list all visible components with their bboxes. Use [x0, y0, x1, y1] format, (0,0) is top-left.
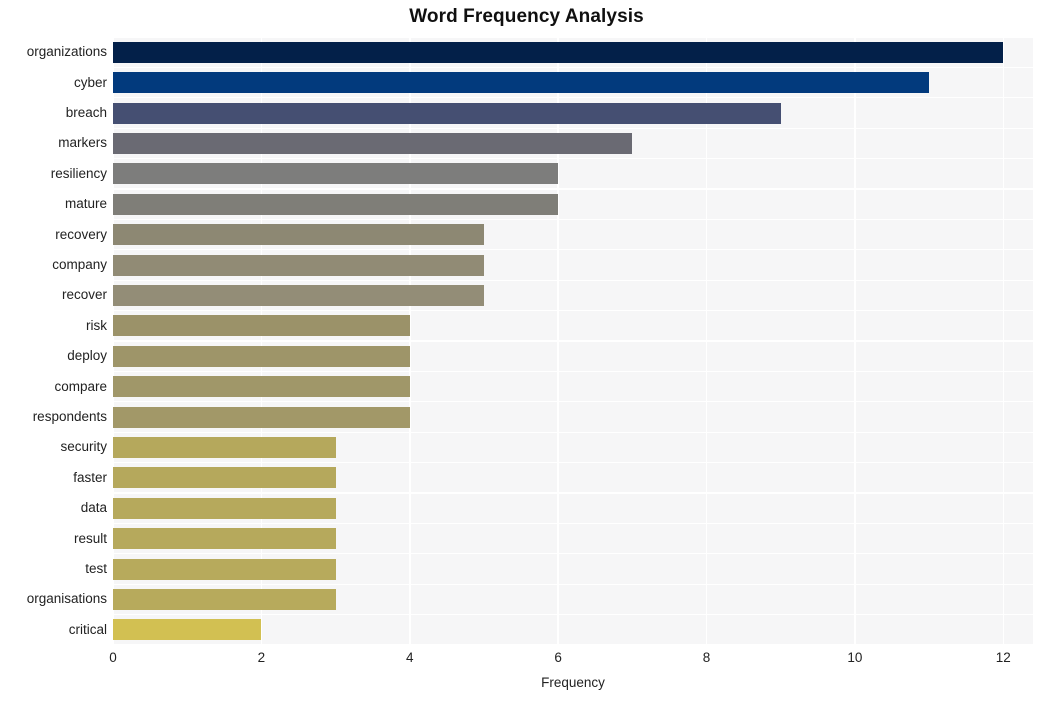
plot-area	[112, 36, 1033, 646]
chart-figure: Word Frequency Analysis organizations cyb…	[0, 0, 1053, 701]
x-tick-label-8: 8	[702, 650, 711, 665]
bar-test	[113, 558, 336, 580]
bars-container	[113, 37, 1033, 645]
bar-faster	[113, 467, 336, 489]
bar-mature	[113, 193, 559, 215]
y-tick-label-organizations: organizations	[26, 44, 107, 60]
y-tick-label-cyber: cyber	[73, 74, 107, 90]
bar-company	[113, 254, 484, 276]
x-tick-label-6: 6	[554, 650, 562, 665]
x-tick-label-4: 4	[406, 650, 414, 665]
bar-recover	[113, 284, 484, 306]
y-tick-label-company: company	[52, 257, 107, 272]
bar-breach	[113, 102, 781, 124]
y-axis-tick-labels: organizations cyber breach markers resilienc…	[0, 37, 113, 645]
bar-critical	[113, 619, 262, 641]
y-tick-label-critical: critical	[68, 621, 107, 637]
y-tick-label-recover: recover	[61, 287, 107, 303]
x-tick-label-12: 12	[995, 650, 1011, 665]
y-tick-label-organisations: organisations	[26, 591, 107, 607]
y-tick-label-data: data	[80, 500, 107, 516]
chart-title: Word Frequency Analysis	[409, 6, 644, 27]
y-tick-label-recovery: recovery	[55, 226, 107, 242]
bar-security	[113, 436, 336, 458]
bar-compare	[113, 376, 410, 398]
bar-organisations	[113, 588, 336, 610]
y-tick-label-mature: mature	[64, 196, 107, 212]
y-tick-label-compare: compare	[54, 378, 107, 394]
bar-resiliency	[113, 163, 559, 185]
bar-markers	[113, 132, 633, 154]
y-tick-label-deploy: deploy	[67, 348, 107, 364]
bar-deploy	[113, 345, 410, 367]
bar-recovery	[113, 224, 484, 246]
y-tick-label-test: test	[85, 561, 107, 576]
x-tick-label-0: 0	[109, 650, 117, 665]
y-tick-label-result: result	[73, 530, 107, 546]
x-tick-label-2: 2	[257, 650, 266, 665]
y-tick-label-security: security	[60, 439, 107, 455]
bar-data	[113, 497, 336, 519]
bar-cyber	[113, 72, 930, 94]
bar-respondents	[113, 406, 410, 428]
bar-risk	[113, 315, 410, 337]
bar-organizations	[113, 41, 1004, 63]
y-tick-label-risk: risk	[86, 317, 107, 333]
x-axis-title: Frequency	[541, 675, 605, 690]
y-tick-label-resiliency: resiliency	[50, 165, 107, 181]
y-tick-label-respondents: respondents	[32, 409, 107, 424]
x-axis-tick-labels: 0 2 4 6 8 10 12	[0, 650, 1053, 672]
y-tick-label-breach: breach	[65, 105, 107, 120]
bar-result	[113, 528, 336, 550]
y-tick-label-faster: faster	[73, 469, 107, 485]
x-tick-label-10: 10	[847, 650, 863, 665]
y-tick-label-markers: markers	[58, 135, 107, 151]
